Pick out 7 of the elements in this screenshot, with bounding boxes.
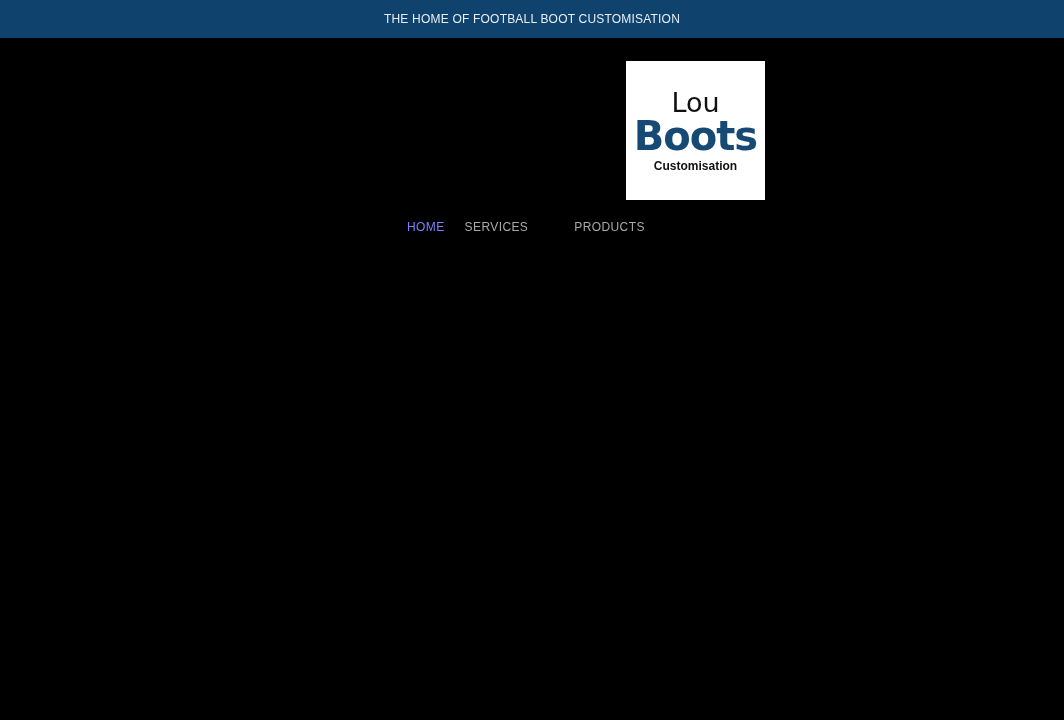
nav-link[interactable]: HOME	[405, 216, 447, 238]
banner-text: THE HOME OF FOOTBALL BOOT CUSTOMISATION	[383, 11, 681, 28]
nav-link[interactable]: SERVICES	[462, 216, 531, 238]
nav-link[interactable]: PRODUCTS	[572, 216, 647, 238]
logo-text: Boots	[633, 116, 758, 156]
logo-text: Lou	[671, 89, 720, 116]
logo-text: Customisation	[653, 160, 738, 172]
